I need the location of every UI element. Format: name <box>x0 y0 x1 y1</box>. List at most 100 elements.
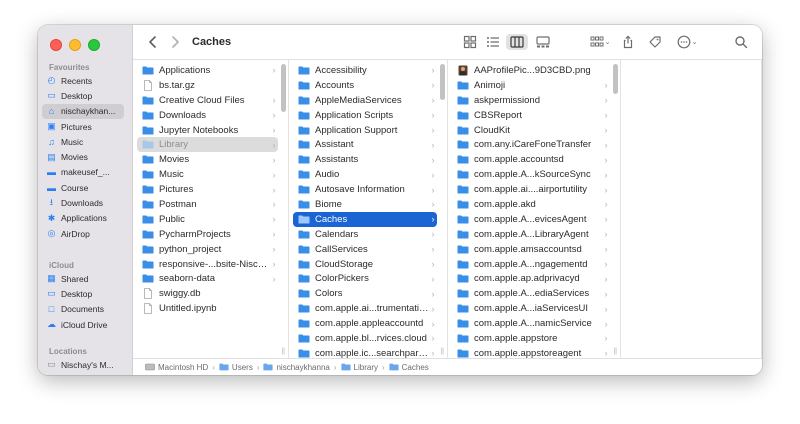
folder-row[interactable]: seaborn-data › <box>137 271 278 286</box>
file-row[interactable]: bs.tar.gz <box>137 78 278 93</box>
folder-row[interactable]: com.apple.A...namicService › <box>452 316 610 331</box>
sidebar-item-downloads[interactable]: ⭳ Downloads <box>42 195 124 210</box>
folder-row[interactable]: com.apple.accountsd › <box>452 152 610 167</box>
folder-row[interactable]: CBSReport › <box>452 108 610 123</box>
sidebar-item-course[interactable]: ▬ Course <box>42 180 124 195</box>
column-home[interactable]: Applications › bs.tar.gz Creative Cloud Fil… <box>133 60 289 358</box>
folder-row[interactable]: Movies › <box>137 152 278 167</box>
folder-row[interactable]: Calendars › <box>293 227 437 242</box>
folder-row[interactable]: com.apple.akd › <box>452 197 610 212</box>
folder-row[interactable]: Caches › <box>293 211 437 227</box>
column-library-scrollbar[interactable] <box>440 64 445 100</box>
folder-row[interactable]: Public › <box>137 212 278 227</box>
sidebar-item-music[interactable]: ♫ Music <box>42 134 124 149</box>
folder-row[interactable]: com.apple.A...kSourceSync › <box>452 167 610 182</box>
folder-row[interactable]: askpermissiond › <box>452 93 610 108</box>
folder-row[interactable]: Accessibility › <box>293 63 437 78</box>
more-actions-button[interactable]: ⌄ <box>674 34 700 50</box>
folder-row[interactable]: Jupyter Notebooks › <box>137 123 278 138</box>
folder-row[interactable]: com.apple.appleaccountd › <box>293 316 437 331</box>
file-row[interactable]: Untitled.ipynb <box>137 301 278 316</box>
forward-button[interactable] <box>167 34 183 50</box>
column-resize-handle[interactable]: || <box>281 348 285 355</box>
folder-row[interactable]: com.apple.ai...trumentation › <box>293 301 437 316</box>
sidebar-item-recents[interactable]: ◴ Recents <box>42 73 124 88</box>
sidebar-item-movies[interactable]: ▤ Movies <box>42 149 124 164</box>
sidebar-item-nischaykhan[interactable]: ⌂ nischaykhan... <box>42 103 124 119</box>
folder-row[interactable]: com.apple.ai....airportutility › <box>452 182 610 197</box>
zoom-window-button[interactable] <box>88 39 100 51</box>
folder-row[interactable]: com.apple.bl...rvices.cloud › <box>293 331 437 346</box>
path-bar-item[interactable]: Caches <box>389 363 429 372</box>
folder-row[interactable]: ColorPickers › <box>293 271 437 286</box>
folder-row[interactable]: com.apple.ap.adprivacyd › <box>452 271 610 286</box>
sidebar-item-desktop[interactable]: ▭ Desktop <box>42 286 124 301</box>
folder-row[interactable]: Applications › <box>137 63 278 78</box>
folder-row[interactable]: com.apple.A...iaServicesUI › <box>452 301 610 316</box>
column-caches-scrollbar[interactable] <box>613 64 618 94</box>
folder-row[interactable]: com.apple.appstoreagent › <box>452 346 610 358</box>
folder-row[interactable]: Application Support › <box>293 123 437 138</box>
close-window-button[interactable] <box>50 39 62 51</box>
column-resize-handle[interactable]: || <box>440 348 444 355</box>
folder-row[interactable]: com.apple.A...LibraryAgent › <box>452 227 610 242</box>
folder-row[interactable]: Library › <box>137 137 278 153</box>
tags-button[interactable] <box>647 34 663 50</box>
sidebar-item-icloud-drive[interactable]: ☁ iCloud Drive <box>42 317 124 332</box>
folder-row[interactable]: CloudKit › <box>452 123 610 138</box>
folder-row[interactable]: com.apple.A...ngagementd › <box>452 257 610 272</box>
share-button[interactable] <box>620 34 636 50</box>
column-resize-handle[interactable]: || <box>613 348 617 355</box>
folder-row[interactable]: Creative Cloud Files › <box>137 93 278 108</box>
sidebar-item-pictures[interactable]: ▣ Pictures <box>42 119 124 134</box>
column-view-button[interactable] <box>506 34 528 50</box>
column-empty[interactable] <box>621 60 762 358</box>
group-button[interactable]: ⌄ <box>588 34 612 50</box>
column-library[interactable]: Accessibility › Accounts › AppleMediaService… <box>289 60 448 358</box>
folder-row[interactable]: Colors › <box>293 286 437 301</box>
path-bar-item[interactable]: Library <box>340 363 378 372</box>
folder-row[interactable]: Assistant › <box>293 137 437 152</box>
path-bar-item[interactable]: Macintosh HD <box>145 363 208 372</box>
path-bar-item[interactable]: Users <box>219 363 253 372</box>
list-view-button[interactable] <box>485 34 501 50</box>
folder-row[interactable]: Postman › <box>137 197 278 212</box>
folder-row[interactable]: python_project › <box>137 242 278 257</box>
minimize-window-button[interactable] <box>69 39 81 51</box>
folder-row[interactable]: CallServices › <box>293 242 437 257</box>
folder-row[interactable]: com.apple.ic...searchpartyd › <box>293 346 437 358</box>
path-bar-item[interactable]: nischaykhanna <box>263 363 330 372</box>
folder-row[interactable]: com.apple.amsaccountsd › <box>452 242 610 257</box>
file-row[interactable]: AAProfilePic...9D3CBD.png <box>452 63 610 78</box>
folder-row[interactable]: com.apple.appstore › <box>452 331 610 346</box>
sidebar-item-airdrop[interactable]: ◎ AirDrop <box>42 226 124 241</box>
folder-row[interactable]: Accounts › <box>293 78 437 93</box>
sidebar-item-makeusef[interactable]: ▬ makeusef_... <box>42 165 124 180</box>
sidebar-item-nischay-s-m[interactable]: ▭ Nischay's M... <box>42 357 124 372</box>
icon-view-button[interactable] <box>462 34 478 50</box>
folder-row[interactable]: Music › <box>137 167 278 182</box>
file-row[interactable]: swiggy.db <box>137 286 278 301</box>
folder-row[interactable]: Autosave Information › <box>293 182 437 197</box>
folder-row[interactable]: Pictures › <box>137 182 278 197</box>
sidebar-item-applications[interactable]: ✱ Applications <box>42 211 124 226</box>
column-home-scrollbar[interactable] <box>281 64 286 112</box>
folder-row[interactable]: CloudStorage › <box>293 257 437 272</box>
sidebar-item-desktop[interactable]: ▭ Desktop <box>42 88 124 103</box>
sidebar-item-shared[interactable]: ▦ Shared <box>42 271 124 286</box>
folder-row[interactable]: Biome › <box>293 197 437 212</box>
folder-row[interactable]: PycharmProjects › <box>137 227 278 242</box>
folder-row[interactable]: Downloads › <box>137 108 278 123</box>
folder-row[interactable]: Assistants › <box>293 152 437 167</box>
sidebar-item-documents[interactable]: □ Documents <box>42 302 124 317</box>
folder-row[interactable]: com.any.iCareFoneTransfer › <box>452 137 610 152</box>
folder-row[interactable]: Application Scripts › <box>293 108 437 123</box>
folder-row[interactable]: Audio › <box>293 167 437 182</box>
folder-row[interactable]: com.apple.A...evicesAgent › <box>452 212 610 227</box>
folder-row[interactable]: responsive-...bsite-Nischay › <box>137 257 278 272</box>
folder-row[interactable]: AppleMediaServices › <box>293 93 437 108</box>
column-caches[interactable]: AAProfilePic...9D3CBD.png Animoji › askperm… <box>448 60 621 358</box>
folder-row[interactable]: Animoji › <box>452 78 610 93</box>
gallery-view-button[interactable] <box>534 34 552 50</box>
folder-row[interactable]: com.apple.A...ediaServices › <box>452 286 610 301</box>
